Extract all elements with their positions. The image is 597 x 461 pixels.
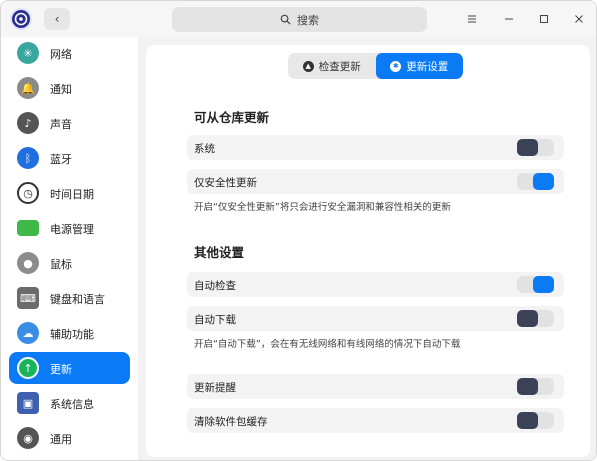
section-title-repo: 可从仓库更新	[194, 110, 270, 125]
mouse-icon: ●	[17, 252, 39, 274]
setting-label: 自动检查	[194, 280, 236, 292]
setting-label: 系统	[194, 143, 215, 155]
back-button[interactable]: ‹	[44, 8, 70, 30]
title-bar: ‹ 搜索	[1, 1, 596, 37]
general-icon: ◉	[17, 427, 39, 449]
search-icon	[280, 14, 291, 25]
security-only-hint: 开启“仅安全性更新”将只会进行安全漏洞和兼容性相关的更新	[194, 202, 451, 213]
sidebar-item-mouse[interactable]: ● 鼠标	[9, 247, 130, 279]
arrow-up-icon: ▲	[302, 60, 314, 72]
sidebar-item-label: 时间日期	[50, 188, 94, 201]
sidebar-item-keyboard[interactable]: ⌨ 键盘和语言	[9, 282, 130, 314]
sidebar: ✳ 网络 🔔 通知 ♪ 声音 ᛒ 蓝牙 ◷ 时间日期 电源管理 ● 鼠标 ⌨ 键…	[1, 37, 138, 460]
sidebar-item-update[interactable]: ↑ 更新	[9, 352, 130, 384]
update-tabs: ▲ 检查更新 ✱ 更新设置	[288, 53, 463, 79]
search-input[interactable]: 搜索	[172, 7, 427, 32]
sidebar-item-label: 声音	[50, 118, 72, 131]
setting-label: 更新提醒	[194, 382, 236, 394]
security-only-toggle[interactable]	[517, 173, 554, 190]
system-update-toggle[interactable]	[517, 139, 554, 156]
sidebar-item-notification[interactable]: 🔔 通知	[9, 72, 130, 104]
sidebar-item-label: 通用	[50, 433, 72, 446]
sidebar-item-label: 鼠标	[50, 258, 72, 271]
update-settings-panel: ▲ 检查更新 ✱ 更新设置 可从仓库更新 系统 仅安全性更新 开启“仅安全性更新…	[146, 45, 590, 457]
auto-download-hint: 开启“自动下载”，会在有无线网络和有线网络的情况下自动下载	[194, 339, 461, 350]
setting-row-system: 系统	[187, 135, 564, 160]
sidebar-item-system-info[interactable]: ▣ 系统信息	[9, 387, 130, 419]
tab-update-settings[interactable]: ✱ 更新设置	[375, 53, 463, 79]
chevron-left-icon: ‹	[54, 12, 60, 26]
sidebar-item-label: 网络	[50, 48, 72, 61]
control-center-window: ‹ 搜索 ✳ 网络 🔔 通知 ♪ 声音 ᛒ 蓝牙 ◷ 时间日期 电源管理 ● 鼠…	[0, 0, 597, 461]
sidebar-item-label: 键盘和语言	[50, 293, 105, 306]
sidebar-item-label: 辅助功能	[50, 328, 94, 341]
search-placeholder: 搜索	[297, 13, 319, 27]
sidebar-item-label: 通知	[50, 83, 72, 96]
system-info-icon: ▣	[17, 392, 39, 414]
sidebar-item-label: 更新	[50, 363, 72, 376]
maximize-button[interactable]	[535, 10, 553, 28]
sidebar-item-general[interactable]: ◉ 通用	[9, 422, 130, 454]
tab-label: 检查更新	[318, 60, 361, 73]
minimize-icon	[505, 18, 513, 20]
battery-icon	[17, 220, 39, 236]
auto-download-toggle[interactable]	[517, 310, 554, 327]
setting-label: 仅安全性更新	[194, 177, 257, 189]
setting-row-clear-cache: 清除软件包缓存	[187, 408, 564, 433]
tab-label: 更新设置	[406, 60, 449, 73]
sidebar-item-power[interactable]: 电源管理	[9, 212, 130, 244]
section-title-other: 其他设置	[194, 245, 245, 260]
clock-icon: ◷	[17, 182, 39, 204]
menu-icon	[468, 15, 476, 23]
tab-check-update[interactable]: ▲ 检查更新	[288, 53, 376, 79]
update-reminder-toggle[interactable]	[517, 378, 554, 395]
sidebar-item-label: 系统信息	[50, 398, 94, 411]
control-center-logo-icon	[10, 8, 32, 30]
clear-cache-toggle[interactable]	[517, 412, 554, 429]
auto-check-toggle[interactable]	[517, 276, 554, 293]
network-icon: ✳	[17, 42, 39, 64]
gear-icon: ✱	[390, 60, 402, 72]
close-button[interactable]	[570, 10, 588, 28]
sidebar-item-accessibility[interactable]: ☁ 辅助功能	[9, 317, 130, 349]
sidebar-item-sound[interactable]: ♪ 声音	[9, 107, 130, 139]
main-area: ▲ 检查更新 ✱ 更新设置 可从仓库更新 系统 仅安全性更新 开启“仅安全性更新…	[138, 37, 596, 460]
menu-button[interactable]	[463, 10, 481, 28]
sidebar-item-label: 电源管理	[50, 223, 94, 236]
setting-row-update-reminder: 更新提醒	[187, 374, 564, 399]
bluetooth-icon: ᛒ	[17, 147, 39, 169]
speaker-icon: ♪	[17, 112, 39, 134]
setting-label: 自动下载	[194, 314, 236, 326]
update-icon: ↑	[17, 357, 39, 379]
sidebar-item-datetime[interactable]: ◷ 时间日期	[9, 177, 130, 209]
close-icon	[575, 15, 583, 23]
maximize-icon	[540, 15, 548, 23]
setting-row-auto-download: 自动下载	[187, 306, 564, 331]
accessibility-icon: ☁	[17, 322, 39, 344]
sidebar-item-network[interactable]: ✳ 网络	[9, 37, 130, 69]
bell-icon: 🔔	[17, 77, 39, 99]
sidebar-item-bluetooth[interactable]: ᛒ 蓝牙	[9, 142, 130, 174]
minimize-button[interactable]	[500, 10, 518, 28]
setting-label: 清除软件包缓存	[194, 416, 268, 428]
sidebar-item-label: 蓝牙	[50, 153, 72, 166]
setting-row-security-only: 仅安全性更新	[187, 169, 564, 194]
keyboard-icon: ⌨	[17, 287, 39, 309]
setting-row-auto-check: 自动检查	[187, 272, 564, 297]
